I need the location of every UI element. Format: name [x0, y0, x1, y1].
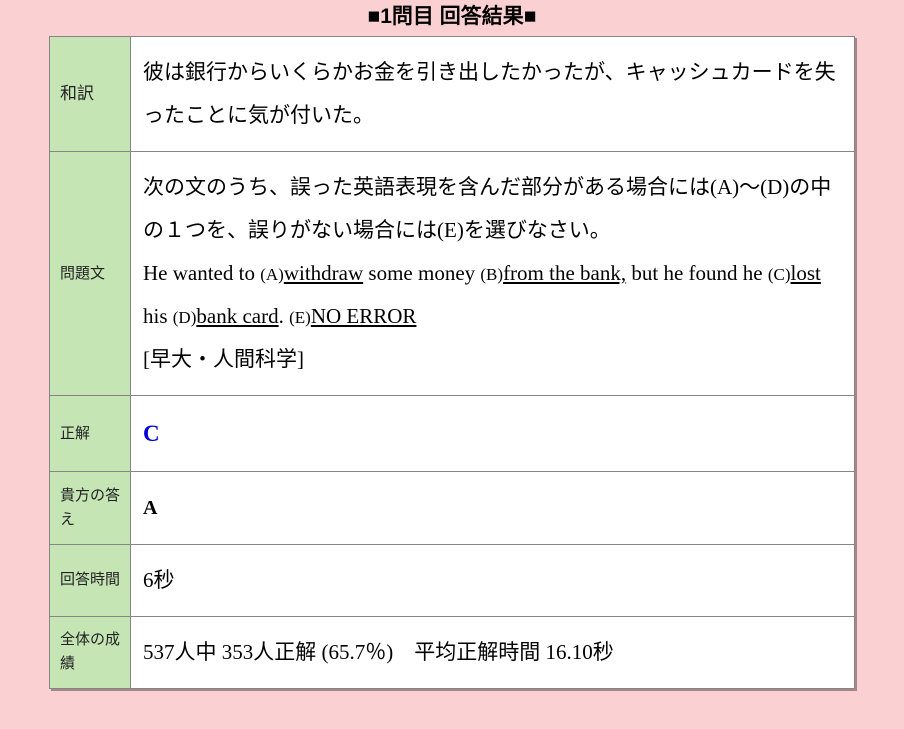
cell-time: 6秒: [131, 544, 855, 616]
cell-your-answer: A: [131, 472, 855, 544]
part-a: withdraw: [284, 261, 363, 285]
cell-stats: 537人中 353人正解 (65.7％) 平均正解時間 16.10秒: [131, 616, 855, 688]
row-correct: 正解 C: [50, 396, 855, 472]
row-question: 問題文 次の文のうち、誤った英語表現を含んだ部分がある場合には(A)〜(D)の中…: [50, 152, 855, 396]
label-translation: 和訳: [50, 37, 131, 152]
cell-translation: 彼は銀行からいくらかお金を引き出したかったが、キャッシュカードを失ったことに気が…: [131, 37, 855, 152]
sentence-pre: He wanted to: [143, 261, 260, 285]
row-translation: 和訳 彼は銀行からいくらかお金を引き出したかったが、キャッシュカードを失ったこと…: [50, 37, 855, 152]
mid3: his: [143, 304, 173, 328]
label-time: 回答時間: [50, 544, 131, 616]
part-c: lost: [791, 261, 821, 285]
correct-value: C: [143, 421, 160, 446]
label-your-answer: 貴方の答え: [50, 472, 131, 544]
result-table: 和訳 彼は銀行からいくらかお金を引き出したかったが、キャッシュカードを失ったこと…: [49, 36, 855, 689]
tag-a: (A): [260, 265, 284, 284]
cell-question: 次の文のうち、誤った英語表現を含んだ部分がある場合には(A)〜(D)の中の１つを…: [131, 152, 855, 396]
tag-c: (C): [768, 265, 791, 284]
label-question: 問題文: [50, 152, 131, 396]
row-time: 回答時間 6秒: [50, 544, 855, 616]
label-stats: 全体の成績: [50, 616, 131, 688]
your-answer-value: A: [143, 497, 157, 519]
part-e: NO ERROR: [311, 304, 417, 328]
tag-e: (E): [289, 308, 311, 327]
question-instruction: 次の文のうち、誤った英語表現を含んだ部分がある場合には(A)〜(D)の中の１つを…: [143, 175, 831, 242]
tag-b: (B): [480, 265, 503, 284]
mid4: .: [279, 304, 290, 328]
mid2: but he found he: [626, 261, 768, 285]
question-source: [早大・人間科学]: [143, 347, 304, 371]
cell-correct: C: [131, 396, 855, 472]
row-your-answer: 貴方の答え A: [50, 472, 855, 544]
part-b: from the bank,: [503, 261, 626, 285]
label-correct: 正解: [50, 396, 131, 472]
part-d: bank card: [196, 304, 278, 328]
page-title: ■1問目 回答結果■: [0, 0, 904, 30]
row-stats: 全体の成績 537人中 353人正解 (65.7％) 平均正解時間 16.10秒: [50, 616, 855, 688]
tag-d: (D): [173, 308, 197, 327]
mid1: some money: [363, 261, 480, 285]
